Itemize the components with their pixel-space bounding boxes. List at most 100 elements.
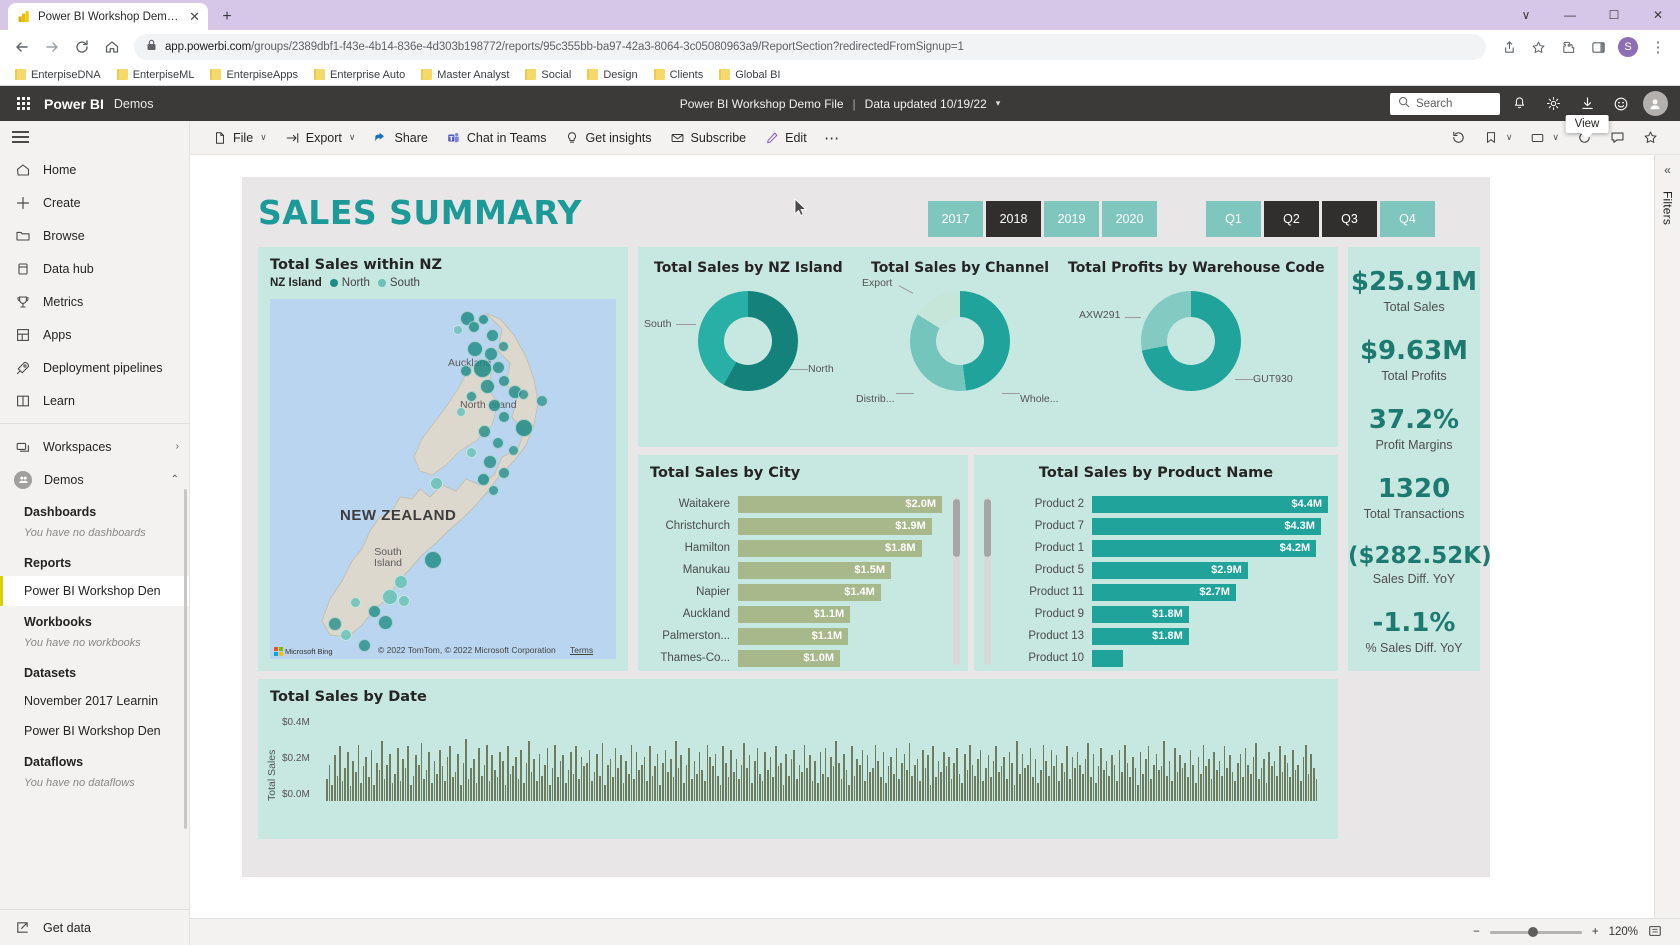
date-bar[interactable]: [1150, 779, 1152, 801]
date-bar[interactable]: [772, 777, 774, 801]
date-bar[interactable]: [1161, 766, 1163, 801]
bell-icon[interactable]: [1504, 89, 1534, 119]
date-bar[interactable]: [1077, 752, 1079, 801]
bar-row[interactable]: Product 10: [996, 647, 1328, 669]
map-bubble[interactable]: [398, 595, 410, 607]
bar-row[interactable]: Hamilton$1.8M: [642, 537, 942, 559]
date-bar[interactable]: [421, 743, 423, 801]
date-bar[interactable]: [625, 761, 627, 801]
date-bar[interactable]: [363, 766, 365, 801]
date-bar[interactable]: [935, 777, 937, 801]
date-bar[interactable]: [397, 748, 399, 801]
date-bar[interactable]: [604, 785, 606, 801]
map-bubble[interactable]: [492, 361, 505, 374]
sidebar-item-metrics[interactable]: Metrics: [0, 285, 189, 318]
date-bar[interactable]: [673, 777, 675, 801]
date-bar[interactable]: [1027, 765, 1029, 801]
date-bar[interactable]: [1116, 781, 1118, 801]
date-bar[interactable]: [444, 781, 446, 801]
date-bar[interactable]: [329, 765, 331, 801]
date-bar[interactable]: [741, 765, 743, 801]
date-bar[interactable]: [570, 752, 572, 801]
date-bar[interactable]: [568, 770, 570, 801]
date-bar[interactable]: [961, 783, 963, 801]
date-bar[interactable]: [610, 759, 612, 801]
date-bar[interactable]: [1156, 754, 1158, 801]
chevron-down-icon[interactable]: ∨: [1506, 132, 1513, 143]
close-window-button[interactable]: ✕: [1636, 0, 1680, 30]
date-bar[interactable]: [780, 763, 782, 801]
get-insights-button[interactable]: Get insights: [557, 125, 660, 151]
quarter-slicer-q1[interactable]: Q1: [1206, 201, 1261, 237]
donut-chart-warehouse[interactable]: AXW291 GUT930: [1141, 291, 1241, 391]
date-bar[interactable]: [1163, 741, 1165, 801]
date-bar[interactable]: [867, 755, 869, 801]
date-bar[interactable]: [447, 757, 449, 801]
date-bar[interactable]: [1056, 755, 1058, 801]
map-bubble[interactable]: [478, 425, 491, 438]
data-updated-label[interactable]: Data updated 10/19/22: [865, 97, 987, 111]
map-bubble[interactable]: [340, 629, 352, 641]
date-bar[interactable]: [885, 783, 887, 801]
date-bar[interactable]: [507, 746, 509, 801]
date-bar[interactable]: [877, 761, 879, 801]
date-bar[interactable]: [796, 779, 798, 801]
date-bar[interactable]: [573, 774, 575, 801]
date-bar[interactable]: [851, 746, 853, 801]
date-bar[interactable]: [1279, 746, 1281, 801]
date-bar[interactable]: [1124, 745, 1126, 801]
sidebar-item-browse[interactable]: Browse: [0, 219, 189, 252]
bookmark-item[interactable]: Master Analyst: [414, 67, 516, 83]
date-bar[interactable]: [615, 748, 617, 801]
map-bubble[interactable]: [378, 615, 393, 630]
map-bubble[interactable]: [382, 589, 398, 605]
date-bar[interactable]: [893, 774, 895, 801]
date-bar[interactable]: [463, 763, 465, 801]
date-bar[interactable]: [539, 754, 541, 801]
date-bar[interactable]: [914, 765, 916, 801]
chevron-up-icon[interactable]: ⌃: [171, 474, 179, 485]
date-bar[interactable]: [528, 741, 530, 801]
date-bar[interactable]: [1087, 743, 1089, 801]
date-bar[interactable]: [410, 785, 412, 801]
date-bar[interactable]: [730, 750, 732, 801]
date-bar[interactable]: [951, 779, 953, 801]
date-bar[interactable]: [1045, 761, 1047, 801]
date-bar[interactable]: [649, 746, 651, 801]
download-icon[interactable]: View: [1572, 89, 1602, 119]
chevron-down-icon[interactable]: ∨: [260, 132, 267, 143]
date-bar[interactable]: [843, 754, 845, 801]
date-bar[interactable]: [717, 776, 719, 802]
date-bar[interactable]: [688, 748, 690, 801]
date-bar[interactable]: [1011, 763, 1013, 801]
date-bar[interactable]: [859, 765, 861, 801]
date-bar[interactable]: [998, 772, 1000, 801]
date-bar[interactable]: [749, 755, 751, 801]
date-bar[interactable]: [1090, 777, 1092, 801]
map-bubble[interactable]: [477, 473, 490, 486]
bookmark-item[interactable]: Design: [580, 67, 644, 83]
map-bubble[interactable]: [466, 391, 477, 402]
year-slicer-2020[interactable]: 2020: [1102, 201, 1157, 237]
bar-row[interactable]: Waitakere$2.0M: [642, 493, 942, 515]
date-bar[interactable]: [1093, 754, 1095, 801]
date-bar[interactable]: [1142, 774, 1144, 801]
bar-row[interactable]: Product 13$1.8M: [996, 625, 1328, 647]
filters-pane-label[interactable]: Filters: [1661, 191, 1675, 225]
date-bar[interactable]: [586, 763, 588, 801]
date-bar[interactable]: [793, 750, 795, 801]
date-bar[interactable]: [1040, 770, 1042, 801]
date-bar[interactable]: [696, 774, 698, 801]
date-bar[interactable]: [1187, 777, 1189, 801]
date-bar[interactable]: [670, 759, 672, 801]
date-bar[interactable]: [1232, 772, 1234, 801]
date-bar[interactable]: [1103, 770, 1105, 801]
canvas-scroll-area[interactable]: SALES SUMMARY 2017 2018 2019 2020 Q1 Q2: [190, 155, 1654, 945]
date-bar[interactable]: [959, 774, 961, 801]
date-bar[interactable]: [814, 761, 816, 801]
date-bar[interactable]: [659, 785, 661, 801]
date-bar[interactable]: [1234, 781, 1236, 801]
map-bubble[interactable]: [498, 467, 510, 479]
date-bar[interactable]: [977, 759, 979, 801]
date-bar[interactable]: [1208, 759, 1210, 801]
